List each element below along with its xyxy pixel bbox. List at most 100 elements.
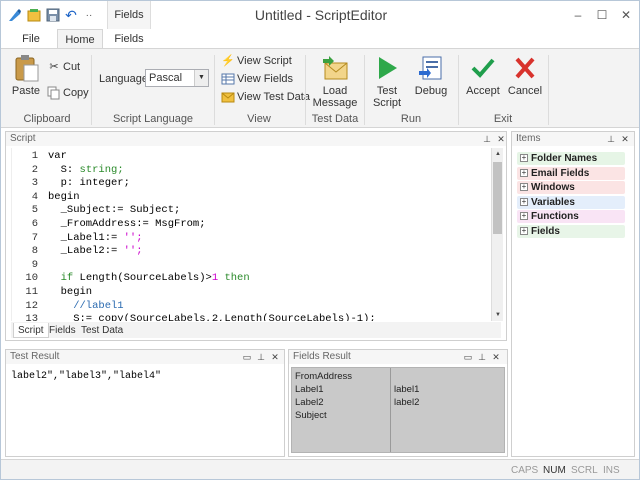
scroll-down-icon[interactable]: ▼ [492,309,504,321]
field-name: FromAddress [295,371,353,382]
code-line[interactable]: 12 //label1 [12,300,491,314]
items-tree-label: Fields [531,225,560,237]
maximize-icon[interactable]: ☐ [591,5,613,25]
code-line[interactable]: 2 S: string; [12,164,491,178]
paste-button[interactable]: Paste [9,53,43,97]
code-line[interactable]: 11 begin [12,286,491,300]
minimize-icon[interactable]: – [567,5,589,25]
code-line[interactable]: 6 _FromAddress:= MsgFrom; [12,218,491,232]
code-line[interactable]: 10 if Length(SourceLabels)>1 then [12,272,491,286]
qat-overflow-icon[interactable]: ·· [81,7,97,23]
expand-icon[interactable]: + [520,183,528,191]
code-line[interactable]: 1 var [12,150,491,164]
undo-icon[interactable]: ↶ [63,7,79,23]
maximize-panel-icon[interactable]: ▭ [242,350,252,364]
test-script-label-2: Script [372,97,402,109]
line-number: 13 [25,313,38,321]
contextual-tab-fields[interactable]: Fields [107,1,151,29]
line-number: 3 [31,177,38,190]
code-text: S:= copy(SourceLabels,2,Length(SourceLab… [48,313,375,321]
tab-fields-bottom[interactable]: Fields [45,323,80,338]
code-token: S: [48,163,80,176]
ins-indicator: INS [603,465,620,476]
items-tree-label: Windows [531,182,575,193]
language-select[interactable]: Pascal ▼ [145,69,209,87]
items-tree-label: Folder Names [531,153,598,164]
code-token: var [48,150,67,162]
field-value: label1 [394,384,420,395]
script-panel-title: Script [10,133,36,144]
tab-file[interactable]: File [13,29,49,49]
line-number: 11 [25,286,38,298]
scrollbar-thumb[interactable] [493,162,502,234]
code-line[interactable]: 9 [12,259,491,273]
cancel-label: Cancel [507,85,543,97]
pin-icon[interactable]: ⊥ [482,132,492,146]
ribbon: Paste ✂ Cut Copy Clipboard Language Pasca… [1,48,639,128]
expand-icon[interactable]: + [520,154,528,162]
editor-scrollbar[interactable]: ▲ ▼ [491,148,503,321]
view-test-data-button[interactable]: View Test Data [221,89,310,105]
pin-icon[interactable]: ⊥ [477,350,487,364]
view-script-button[interactable]: ⚡ View Script [221,53,292,69]
test-result-header: Test Result ▭ ⊥ ✕ [6,350,284,364]
cancel-button[interactable]: Cancel [507,53,543,97]
code-editor[interactable]: 1 var 2 S: string; 3 p: integer; 4 begin 5 _Su… [11,148,491,321]
code-line[interactable]: 8 _Label2:= ''; [12,245,491,259]
pin-icon[interactable]: ⊥ [256,350,266,364]
expand-icon[interactable]: + [520,168,528,177]
test-result-title: Test Result [10,351,60,362]
items-tree-node[interactable]: + Windows [517,181,625,194]
close-panel-icon[interactable]: ✕ [496,132,506,146]
items-tree-node[interactable]: + Functions [517,210,625,223]
fields-result-header: Fields Result ▭ ⊥ ✕ [289,350,507,364]
tab-script[interactable]: Script [13,323,49,338]
code-line[interactable]: 13 S:= copy(SourceLabels,2,Length(Source… [12,313,491,321]
copy-button[interactable]: Copy [47,85,89,101]
pin-icon[interactable]: ⊥ [606,132,616,146]
code-line[interactable]: 3 p: integer; [12,177,491,191]
save-icon[interactable] [45,7,61,23]
items-tree-node[interactable]: + Variables [517,195,625,209]
cut-button[interactable]: ✂ Cut [47,59,80,75]
chevron-down-icon[interactable]: ▼ [194,70,208,86]
open-icon[interactable] [27,7,43,23]
expand-icon[interactable]: + [520,226,528,235]
tab-test-data[interactable]: Test Data [77,323,127,338]
close-icon[interactable]: ✕ [615,5,637,25]
items-tree-node[interactable]: + Email Fields [517,166,625,180]
tab-fields[interactable]: Fields [109,29,149,49]
accept-button[interactable]: Accept [465,53,501,97]
code-text: begin [48,286,93,300]
items-tree-node[interactable]: + Folder Names [517,152,625,165]
scroll-up-icon[interactable]: ▲ [492,148,504,160]
play-icon [371,53,403,83]
code-line[interactable]: 4 begin [12,191,491,205]
close-panel-icon[interactable]: ✕ [620,132,630,146]
line-number: 10 [25,272,38,285]
expand-icon[interactable]: + [520,212,528,220]
close-panel-icon[interactable]: ✕ [491,350,501,364]
close-panel-icon[interactable]: ✕ [270,350,280,364]
run-group-label: Run [400,113,422,125]
test-result-output[interactable]: label2","label3","label4" [7,365,283,455]
code-line[interactable]: 5 _Subject:= Subject; [12,204,491,218]
code-line[interactable]: 7 _Label1:= ''; [12,232,491,246]
items-tree-node[interactable]: + Fields [517,224,625,238]
load-message-button[interactable]: Load Message [311,53,359,109]
expand-icon[interactable]: + [520,197,528,206]
caps-indicator: CAPS [511,465,539,476]
view-fields-button[interactable]: View Fields [221,71,293,87]
tab-home[interactable]: Home [57,29,103,49]
ribbon-tab-bar: File Home Fields [1,29,639,49]
group-separator [548,55,549,125]
code-text: _Label2:= ''; [48,245,143,259]
maximize-panel-icon[interactable]: ▭ [463,350,473,364]
code-token: _Subject:= Subject; [48,204,181,217]
debug-button[interactable]: Debug [411,53,451,97]
paste-icon [10,53,42,83]
test-script-button[interactable]: Test Script [369,53,405,109]
field-name: Label2 [295,397,324,408]
code-text: p: integer; [48,177,130,191]
items-tree-label: Functions [531,211,579,222]
